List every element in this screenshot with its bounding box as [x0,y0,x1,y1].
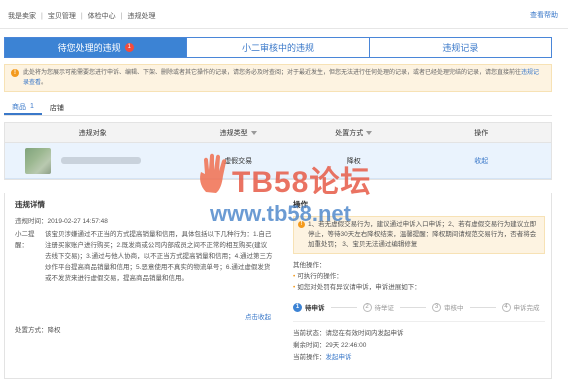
header-type[interactable]: 违规类型 [180,128,296,138]
violation-time: 违规时间：2019-02-27 14:57:48 [15,216,273,227]
tab-pending-label: 待您处理的违规 [57,43,121,53]
step-connector [330,306,357,308]
breadcrumb-separator: | [41,12,43,20]
other-op-item: • 如您对处罚有异议请申诉，申诉进展如下： [293,282,545,293]
tab-reviewing-label: 小二审核中的违规 [241,43,314,53]
punish-value: 降权 [47,327,61,334]
violation-detail: 违规详情 违规时间：2019-02-27 14:57:48 小二提醒： 该宝贝涉… [5,193,283,378]
help-link[interactable]: 查看帮助 [530,10,558,20]
step-label: 审核中 [444,305,464,312]
subtab-goods-count: 1 [30,103,34,110]
sub-tabs: 商品 1 店铺 [4,100,552,116]
bullet-icon: • [293,273,296,280]
breadcrumb-separator: | [120,12,123,20]
warning-icon: ! [298,221,305,228]
start-appeal-link[interactable]: 发起申诉 [326,354,352,361]
violation-type-cell: 虚假交易 [224,157,253,165]
fold-link[interactable]: 点击收起 [245,311,271,321]
other-op-item-text: 如您对处罚有异议请申诉，申诉进展如下： [297,284,421,291]
remaining-time: 剩余时间：29天 22:46:00 [293,340,545,352]
header-object: 违规对象 [78,129,107,137]
filter-icon[interactable] [366,130,373,135]
step-label: 待申诉 [305,305,325,312]
step-number: 4 [501,302,511,312]
product-thumbnail[interactable] [25,147,51,174]
bullet-icon: • [293,284,296,291]
other-op-item-text: 可执行的操作： [297,273,343,280]
table-row[interactable]: 虚假交易 降权 收起 [5,143,551,179]
state-label: 当前状态： [293,330,326,337]
step-reviewing: 3 审核中 [432,302,464,312]
step-complete: 4 申诉完成 [501,302,540,312]
header-operation: 操作 [474,129,489,137]
current-operation: 当前操作：发起申诉 [293,352,545,364]
step-number: 1 [293,302,302,312]
notice-banner: ! 此处将为您展示可能需要您进行申诉、编辑、下架、删除或者其它操作的记录，请您务… [4,64,552,92]
header-type-label: 违规类型 [219,129,248,137]
step-label: 申诉完成 [513,305,540,312]
time-value: 2019-02-27 14:57:48 [47,218,108,225]
violation-reason: 小二提醒： 该宝贝涉嫌通过不正当的方式提高销量和信用，具体包括以下几种行为：1.… [15,229,273,284]
other-operations-title: 其他操作： [293,262,326,269]
subtab-shop-label: 店铺 [49,104,64,112]
step-label: 待举证 [374,305,395,312]
collapse-link[interactable]: 收起 [474,158,488,165]
subtab-shop[interactable]: 店铺 [42,100,72,115]
tab-pending-badge: 1 [124,43,134,52]
current-state: 当前状态：请您在有效时间内发起申诉 [293,328,545,340]
remain-label: 剩余时间： [293,342,326,349]
operation-title: 操作 [293,200,308,209]
tab-records-label: 违规记录 [442,43,479,53]
state-value: 请您在有效时间内发起申诉 [325,330,404,337]
header-action[interactable]: 处置方式 [296,128,412,138]
detail-title: 违规详情 [15,200,45,209]
other-op-item: • 可执行的操作： [293,271,545,282]
tab-reviewing[interactable]: 小二审核中的违规 [187,38,370,57]
operation-advice: ! 1、若无虚假交易行为，建议通过申诉入口申诉；2、若有虚假交易行为建议立即停止… [293,216,545,254]
appeal-status: 当前状态：请您在有效时间内发起申诉 剩余时间：29天 22:46:00 当前操作… [293,321,545,364]
breadcrumb-current: 违规处理 [127,13,156,20]
action-cell: 降权 [346,157,361,165]
filter-icon[interactable] [250,130,257,135]
op-label: 当前操作： [293,354,326,361]
remain-value: 29天 22:46:00 [325,342,367,349]
appeal-progress: 1 待申诉 2 待举证 3 审核中 4 申诉完成 [293,301,545,313]
header-action-label: 处置方式 [335,129,364,137]
violation-object-cell [5,147,180,174]
breadcrumb-seller[interactable]: 我是卖家 [8,11,36,21]
operation-advice-text: 1、若无虚假交易行为，建议通过申诉入口申诉；2、若有虚假交易行为建议立即停止，等… [308,221,537,248]
operation-panel: 操作 ! 1、若无虚假交易行为，建议通过申诉入口申诉；2、若有虚假交易行为建议立… [287,193,551,378]
warning-icon: ! [11,69,19,77]
notice-tail: 。 [41,80,48,86]
product-title-blurred[interactable] [61,157,141,164]
step-evidence: 2 待举证 [362,302,395,312]
reason-value: 该宝贝涉嫌通过不正当的方式提高销量和信用，具体包括以下几种行为：1.自己注册买家… [45,231,273,282]
step-connector [400,306,426,308]
step-connector [469,306,496,308]
punish-method: 处置方式：降权 [15,324,61,334]
step-pending-appeal: 1 待申诉 [293,302,325,312]
punish-label: 处置方式： [15,327,48,334]
breadcrumb-separator: | [80,12,83,20]
tab-pending[interactable]: 待您处理的违规 1 [5,38,188,57]
step-number: 2 [362,302,372,312]
table-header: 违规对象 违规类型 处置方式 操作 [5,123,551,143]
subtab-goods[interactable]: 商品 1 [4,100,42,115]
step-number: 3 [432,302,441,312]
detail-panel: 违规详情 违规时间：2019-02-27 14:57:48 小二提醒： 该宝贝涉… [4,193,552,379]
tab-records[interactable]: 违规记录 [369,38,551,57]
time-label: 违规时间： [15,218,48,225]
other-operations: 其他操作： • 可执行的操作： • 如您对处罚有异议请申诉，申诉进展如下： [293,260,545,293]
breadcrumb-health-center[interactable]: 体检中心 [88,11,116,21]
breadcrumb-item-manage[interactable]: 宝贝管理 [48,11,76,21]
notice-text: 此处将为您展示可能需要您进行申诉、编辑、下架、删除或者其它操作的记录，请您务必及… [23,70,522,76]
reason-label: 小二提醒： [15,231,35,249]
divider [0,28,568,29]
breadcrumb: 我是卖家 | 宝贝管理 | 体检中心 | 违规处理 [8,9,155,23]
main-tabs: 待您处理的违规 1 小二审核中的违规 违规记录 [4,37,552,58]
violation-table: 违规对象 违规类型 处置方式 操作 虚假交易 降权 收起 [4,122,552,180]
operation-cell: 收起 [412,156,551,166]
subtab-goods-label: 商品 [12,103,26,111]
